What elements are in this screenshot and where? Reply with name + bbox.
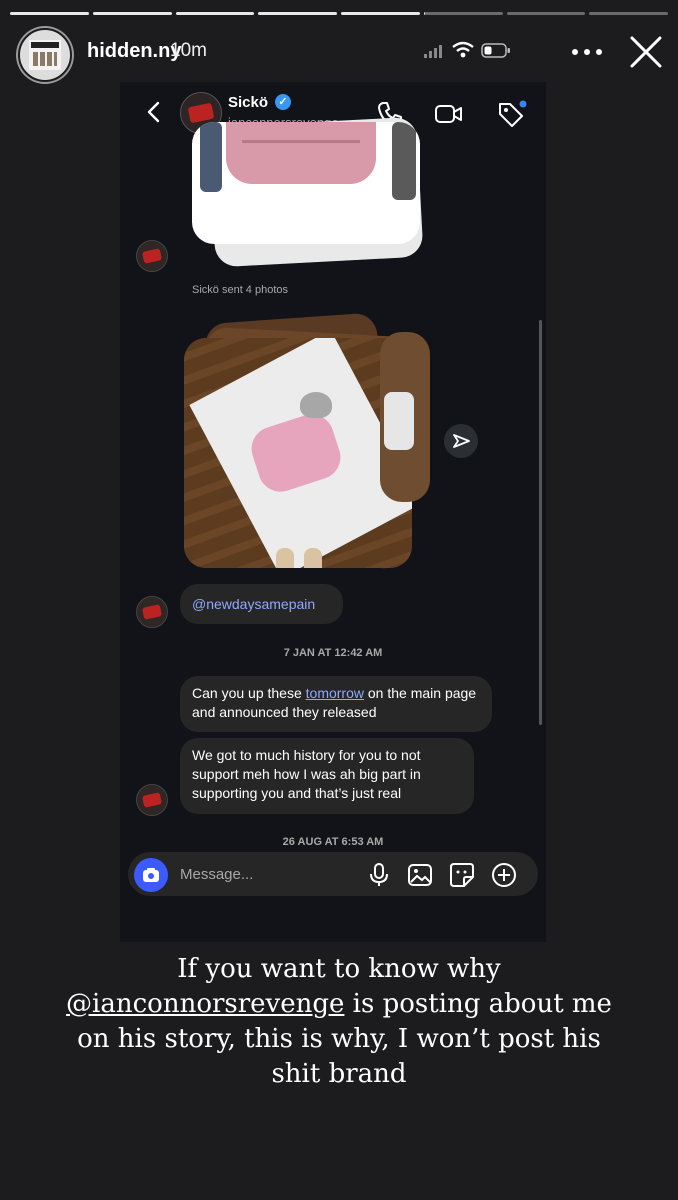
progress-segment	[258, 12, 337, 15]
camera-icon[interactable]	[134, 858, 168, 892]
photo-card[interactable]	[184, 338, 412, 568]
date-separator: 7 JAN AT 12:42 AM	[283, 647, 383, 659]
contact-name[interactable]: Sickö	[228, 94, 268, 111]
progress-segment	[175, 12, 255, 15]
progress-fill	[92, 12, 172, 15]
caption-text: If you want to know why	[177, 954, 501, 984]
photo-card[interactable]	[192, 122, 420, 244]
close-icon[interactable]	[628, 34, 664, 70]
video-camera-icon[interactable]	[434, 100, 462, 128]
microphone-icon[interactable]	[366, 862, 392, 888]
date-separator: 26 AUG AT 6:53 AM	[282, 836, 384, 848]
story-avatar[interactable]	[18, 28, 72, 82]
wifi-icon	[452, 41, 474, 59]
plus-circle-icon[interactable]	[491, 862, 517, 888]
progress-fill	[341, 12, 420, 15]
more-horizontal-icon[interactable]	[570, 42, 606, 62]
image-icon[interactable]	[407, 862, 433, 888]
progress-fill	[423, 12, 426, 15]
message-bubble: We got to much history for you to not su…	[180, 738, 474, 814]
story-time-ago: 10m	[170, 40, 207, 61]
scrollbar[interactable]	[539, 320, 542, 725]
photo-card[interactable]	[380, 332, 430, 502]
message-input[interactable]: Message...	[180, 866, 253, 883]
battery-icon	[481, 43, 511, 59]
progress-segment	[92, 12, 172, 15]
progress-segment	[506, 12, 586, 15]
progress-segment	[341, 12, 420, 15]
sticker-icon[interactable]	[449, 862, 475, 888]
message-bubble: Can you up these tomorrow on the main pa…	[180, 676, 492, 732]
dm-screenshot: Sickö ✓ ianconnorsrevenge Sickö sent 4 p…	[120, 82, 546, 942]
message-text: Can you up these	[192, 685, 306, 701]
caption-mention[interactable]: @ianconnorsrevenge	[66, 989, 344, 1019]
chevron-left-icon[interactable]	[142, 100, 166, 124]
avatar[interactable]	[136, 240, 168, 272]
send-icon[interactable]	[444, 424, 478, 458]
mention-message[interactable]: @newdaysamepain	[180, 584, 343, 624]
story-username[interactable]: hidden.ny	[87, 40, 181, 63]
progress-fill	[10, 12, 89, 15]
avatar[interactable]	[136, 596, 168, 628]
progress-segment	[423, 12, 503, 15]
message-link[interactable]: tomorrow	[306, 685, 364, 701]
tag-icon[interactable]	[496, 100, 527, 128]
story-progress-bar	[10, 12, 668, 15]
progress-fill	[258, 12, 337, 15]
signal-icon	[424, 44, 444, 58]
progress-segment	[10, 12, 89, 15]
verified-badge-icon: ✓	[275, 94, 291, 110]
progress-fill	[175, 12, 255, 15]
sent-photos-text: Sickö sent 4 photos	[192, 284, 289, 296]
progress-segment	[589, 12, 668, 15]
avatar[interactable]	[136, 784, 168, 816]
story-caption: If you want to know why @ianconnorsreven…	[60, 952, 618, 1092]
